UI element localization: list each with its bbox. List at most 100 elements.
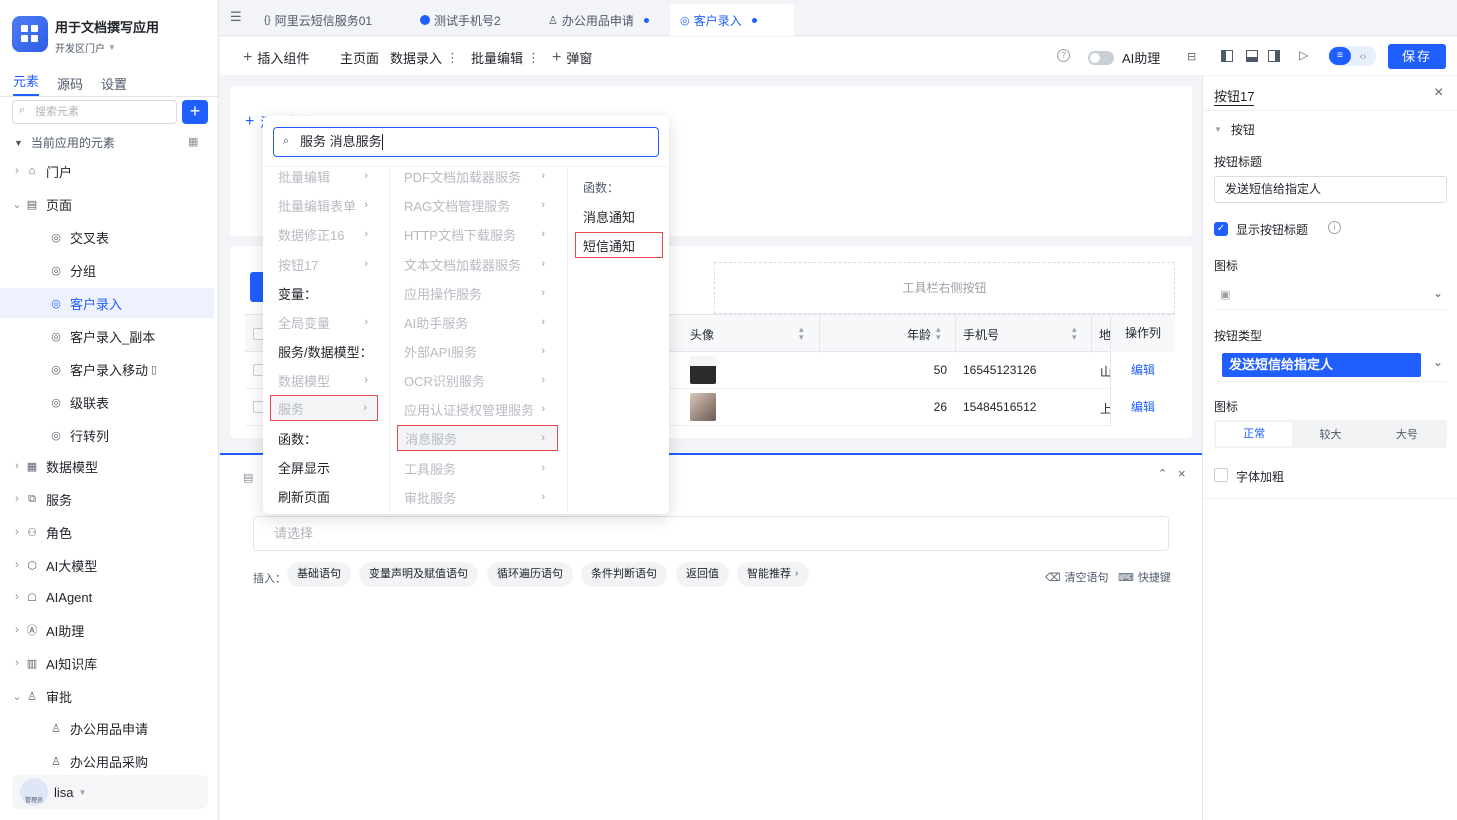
btn-title-input[interactable]: 发送短信给指定人 [1214, 176, 1447, 203]
sidebar-item-data-model[interactable]: › ▦ 数据模型 [10, 451, 224, 481]
ai-assist-toggle[interactable] [1088, 51, 1114, 65]
sidebar-item-ai-agent[interactable]: › ☖ AIAgent [10, 582, 224, 612]
sidebar-item-ai-model[interactable]: › ⬡ AI大模型 [10, 550, 224, 580]
tab-settings[interactable]: 设置 [101, 74, 127, 93]
chip-loop-statement[interactable]: 循环遍历语句 [487, 562, 573, 587]
popup-item-label: 数据模型 [278, 373, 331, 389]
edit-link[interactable]: 编辑 [1110, 352, 1175, 389]
tab-elements[interactable]: 元素 [13, 71, 40, 96]
chip-return-value[interactable]: 返回值 [676, 562, 729, 587]
tab-source[interactable]: 源码 [57, 74, 83, 93]
popup-item-refresh[interactable]: 刷新页面 [278, 483, 330, 509]
insert-component-button[interactable]: + 插入组件 [243, 48, 309, 67]
sort-icon[interactable]: ▴ ▾ [1072, 325, 1077, 342]
close-icon[interactable]: × [1178, 466, 1186, 481]
section-toggle[interactable]: ▼ 按钮 [1214, 121, 1255, 138]
edit-link[interactable]: 编辑 [1110, 389, 1175, 426]
insert-label: 插入： [253, 573, 286, 585]
help-icon[interactable]: ? [1057, 49, 1070, 62]
chevron-up-icon[interactable]: ⌃ [1158, 467, 1167, 480]
info-icon[interactable]: i [1328, 221, 1341, 234]
popup-item[interactable]: RAG文档管理服务 › [404, 192, 545, 218]
popup-item[interactable]: OCR识别服务 › [404, 367, 545, 393]
toolbar-right-dropzone[interactable]: 工具栏右侧按钮 [714, 262, 1175, 314]
tree-view-icon[interactable]: ▦ [188, 135, 198, 148]
size-xlarge[interactable]: 大号 [1369, 426, 1445, 442]
sidebar-item-ai-knowledge[interactable]: › ▥ AI知识库 [10, 648, 224, 678]
sidebar-item-approval[interactable]: ⌄ ♙ 审批 [10, 681, 224, 711]
col-avatar[interactable]: 头像 [690, 326, 714, 343]
sidebar-item-portal[interactable]: › ⌂ 门户 [10, 156, 224, 186]
popup-item-message-notify[interactable]: 消息通知 [583, 203, 635, 229]
popup-item-fullscreen[interactable]: 全屏显示 [278, 454, 330, 480]
bold-checkbox[interactable] [1214, 468, 1228, 482]
code-mode-icon[interactable]: ‹› [1351, 51, 1375, 62]
popup-item[interactable]: 按钮17 › [278, 251, 368, 277]
search-input[interactable]: 搜索元素 [12, 100, 177, 124]
show-title-checkbox[interactable]: ✓ [1214, 222, 1228, 236]
chip-variable-statement[interactable]: 变量声明及赋值语句 [359, 562, 478, 587]
portal-select[interactable]: 开发区门户 ▼ [55, 40, 116, 55]
popup-item[interactable]: PDF文档加载器服务 › [404, 163, 545, 189]
popup-item[interactable]: AI助手服务 › [404, 309, 545, 335]
sidebar-item-ai-assistant[interactable]: › Ⓐ AI助理 [10, 615, 224, 645]
page-search-icon: ◎ [51, 330, 61, 343]
collapse-sidebar-icon[interactable]: ☰ [230, 9, 242, 25]
tab-customer-entry[interactable]: ◎ 客户录入 [670, 4, 794, 36]
size-normal[interactable]: 正常 [1216, 422, 1293, 446]
popup-item-message-service[interactable]: 消息服务 › [397, 425, 558, 451]
section-header[interactable]: ▼ 当前应用的元素 [14, 134, 115, 151]
layout-icon[interactable]: ⊟ [1187, 50, 1196, 63]
bottom-panel-icon[interactable] [1246, 50, 1258, 62]
popup-item[interactable]: 审批服务 › [404, 484, 545, 510]
user-menu[interactable]: 管理员 lisa ▼ [12, 775, 208, 809]
popup-item[interactable]: 全局变量 › [278, 309, 368, 335]
popup-item[interactable]: 工具服务 › [404, 455, 545, 481]
popup-item[interactable]: HTTP文档下载服务 › [404, 221, 545, 247]
tab-sms-service[interactable]: {} 阿里云短信服务01 [254, 4, 382, 36]
design-mode-icon[interactable]: ≡ [1329, 47, 1351, 65]
col-age[interactable]: 年龄 [907, 326, 931, 343]
function-search-input[interactable]: 服务 消息服务 [273, 127, 659, 157]
btn-type-select[interactable]: 发送短信给指定人 ⌄ [1214, 348, 1447, 382]
right-panel-icon[interactable] [1268, 50, 1280, 62]
tab-office-request[interactable]: ♙ 办公用品申请 [538, 4, 659, 36]
add-element-button[interactable]: + [182, 100, 208, 124]
popup-button[interactable]: + 弹窗 [552, 48, 592, 67]
left-panel-icon[interactable] [1221, 50, 1233, 62]
popup-item[interactable]: 批量编辑表单 › [278, 192, 368, 218]
col-phone[interactable]: 手机号 [963, 326, 999, 343]
close-icon[interactable]: × [1434, 84, 1443, 102]
statement-select[interactable]: 请选择 [253, 516, 1169, 551]
chip-condition-statement[interactable]: 条件判断语句 [581, 562, 667, 587]
popup-item-service[interactable]: 服务 › [270, 395, 378, 421]
view-mode-switch[interactable]: ≡ ‹› [1328, 46, 1376, 66]
home-page-button[interactable]: 主页面 [340, 48, 379, 67]
sort-icon[interactable]: ▴ ▾ [799, 325, 804, 342]
popup-item[interactable]: 外部API服务 › [404, 338, 545, 364]
popup-item[interactable]: 应用认证授权管理服务 › [404, 396, 545, 422]
popup-item[interactable]: 应用操作服务 › [404, 280, 545, 306]
tab-test-phone[interactable]: 测试手机号2 [410, 4, 511, 36]
popup-item[interactable]: 批量编辑 › [278, 163, 368, 189]
save-button[interactable]: 保存 [1388, 44, 1446, 69]
chip-basic-statement[interactable]: 基础语句 [287, 562, 351, 587]
popup-item-sms-notify[interactable]: 短信通知 [575, 232, 663, 258]
popup-item[interactable]: 文本文档加载器服务 › [404, 251, 545, 277]
sidebar-item-role[interactable]: › ⚇ 角色 [10, 517, 224, 547]
data-entry-menu[interactable]: 数据录入 ⋮ [390, 48, 459, 67]
preview-play-icon[interactable]: ▷ [1299, 48, 1308, 62]
sort-icon[interactable]: ▴ ▾ [936, 325, 941, 342]
popup-item[interactable]: 数据模型 › [278, 367, 368, 393]
sidebar-item-pages[interactable]: ⌄ ▤ 页面 [10, 189, 224, 219]
shortcut-button[interactable]: ⌨ 快捷键 [1118, 569, 1171, 585]
sidebar-item-customer-entry[interactable]: ◎ 客户录入 [0, 288, 214, 318]
icon-select[interactable]: ▣ ⌄ [1214, 280, 1447, 310]
sidebar-item-label: 客户录入 [70, 296, 123, 312]
size-large[interactable]: 较大 [1292, 426, 1368, 442]
clear-statements-button[interactable]: ⌫ 清空语句 [1045, 569, 1109, 585]
sidebar-item-service[interactable]: › ⧉ 服务 [10, 484, 224, 514]
popup-item[interactable]: 数据修正16 › [278, 221, 368, 247]
col-divider [567, 167, 568, 514]
batch-edit-menu[interactable]: 批量编辑 ⋮ [471, 48, 540, 67]
